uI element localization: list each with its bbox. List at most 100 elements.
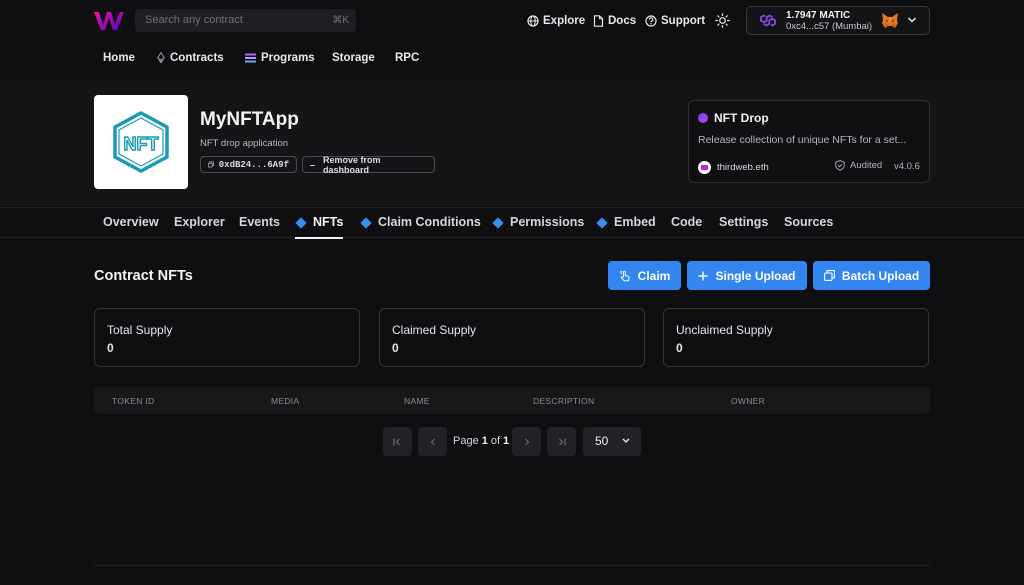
tab-explorer[interactable]: Explorer xyxy=(174,215,225,239)
stack-icon xyxy=(245,53,256,63)
wallet-button[interactable]: 1.7947 MATIC 0xc4...c57 (Mumbai) xyxy=(746,6,930,35)
nav-rpc-label: RPC xyxy=(395,52,420,64)
tab-nfts[interactable]: NFTs xyxy=(295,215,344,239)
claim-button[interactable]: Claim xyxy=(608,261,681,290)
of-word: of xyxy=(490,435,501,447)
nav-home-label: Home xyxy=(103,52,135,64)
plus-icon xyxy=(698,271,708,280)
search-input[interactable]: Search any contract ⌘K xyxy=(135,9,356,32)
column-owner[interactable]: OWNER xyxy=(731,396,765,406)
total-pages: 1 xyxy=(503,435,510,447)
page-word: Page xyxy=(453,435,479,447)
docs-link[interactable]: Docs xyxy=(593,13,636,29)
remove-label: Remove from dashboard xyxy=(323,154,381,175)
ethereum-icon xyxy=(157,52,165,64)
claim-label: Claim xyxy=(637,268,671,283)
thumbnail-label: NFT xyxy=(124,134,159,154)
tab-permissions-label: Permissions xyxy=(510,215,585,229)
current-page: 1 xyxy=(481,435,488,447)
chevron-left-icon xyxy=(430,438,435,445)
metamask-icon xyxy=(882,13,898,28)
chevron-double-left-icon xyxy=(393,438,400,445)
nav-home[interactable]: Home xyxy=(103,52,135,64)
template-logo-icon xyxy=(698,113,708,123)
diamond-icon xyxy=(492,217,504,229)
stat-value: 0 xyxy=(676,341,683,355)
tab-embed[interactable]: Embed xyxy=(596,215,656,239)
column-media[interactable]: MEDIA xyxy=(271,396,299,406)
support-link[interactable]: Support xyxy=(645,13,705,29)
stat-value: 0 xyxy=(392,341,399,355)
column-description[interactable]: DESCRIPTION xyxy=(533,396,594,406)
tab-code-label: Code xyxy=(671,215,703,229)
search-shortcut: ⌘K xyxy=(332,15,349,26)
stat-total-supply: Total Supply 0 xyxy=(94,308,360,367)
sun-icon[interactable] xyxy=(715,13,730,28)
page-size-select[interactable]: 50 xyxy=(583,427,641,456)
contract-header: NFT MyNFTApp NFT drop application 0xdB24… xyxy=(0,80,1024,206)
tab-sources[interactable]: Sources xyxy=(784,215,833,239)
nav-rpc[interactable]: RPC xyxy=(395,52,419,64)
batch-upload-button[interactable]: Batch Upload xyxy=(813,261,930,290)
nav-programs[interactable]: Programs xyxy=(245,52,315,64)
first-page-button[interactable] xyxy=(383,427,412,456)
document-icon xyxy=(593,15,604,27)
copy-icon xyxy=(208,161,214,168)
stat-label: Unclaimed Supply xyxy=(676,323,773,337)
contract-tabs: Overview Explorer Events NFTs Claim Cond… xyxy=(0,207,1024,239)
nav-programs-label: Programs xyxy=(261,52,315,64)
nav-storage[interactable]: Storage xyxy=(332,52,375,64)
page-indicator: Page 1 of 1 xyxy=(453,435,512,447)
nav-contracts[interactable]: Contracts xyxy=(157,52,224,64)
minus-icon: – xyxy=(310,159,316,170)
thirdweb-logo[interactable] xyxy=(94,11,124,31)
column-token-id[interactable]: TOKEN ID xyxy=(112,396,154,406)
wallet-balance: 1.7947 MATIC xyxy=(786,10,851,21)
tab-permissions[interactable]: Permissions xyxy=(492,215,584,239)
chevron-right-icon xyxy=(524,438,529,445)
single-upload-button[interactable]: Single Upload xyxy=(687,261,807,290)
tab-events-label: Events xyxy=(239,215,280,229)
diamond-icon xyxy=(596,217,608,229)
batch-upload-label: Batch Upload xyxy=(841,268,920,283)
chevron-double-right-icon xyxy=(559,438,566,445)
audited-badge[interactable]: Audited xyxy=(835,160,882,171)
column-name[interactable]: NAME xyxy=(404,396,430,406)
last-page-button[interactable] xyxy=(547,427,576,456)
previous-page-button[interactable] xyxy=(418,427,447,456)
tab-explorer-label: Explorer xyxy=(174,215,225,229)
template-title: NFT Drop xyxy=(698,111,769,125)
next-page-button[interactable] xyxy=(512,427,541,456)
docs-label: Docs xyxy=(608,15,637,27)
polygon-icon xyxy=(760,14,776,27)
template-author[interactable]: thirdweb.eth xyxy=(698,161,769,174)
main-nav: Home Contracts Programs Storage RPC xyxy=(0,46,1024,72)
remove-from-dashboard-button[interactable]: – Remove from dashboard xyxy=(302,154,435,175)
tab-claim-conditions[interactable]: Claim Conditions xyxy=(360,215,481,239)
globe-icon xyxy=(527,15,539,27)
stat-label: Total Supply xyxy=(107,323,173,337)
tab-overview-label: Overview xyxy=(103,215,159,229)
contract-thumbnail: NFT xyxy=(94,95,188,189)
copy-address-button[interactable]: 0xdB24...6A9f xyxy=(200,156,297,173)
tab-overview[interactable]: Overview xyxy=(103,215,159,239)
stat-label: Claimed Supply xyxy=(392,323,477,337)
search-placeholder: Search any contract xyxy=(145,14,243,26)
nft-hexagon-logo: NFT xyxy=(113,111,169,173)
tab-events[interactable]: Events xyxy=(239,215,280,239)
help-circle-icon xyxy=(645,15,657,27)
stat-claimed-supply: Claimed Supply 0 xyxy=(379,308,645,367)
chevron-down-icon xyxy=(907,17,917,23)
tab-embed-label: Embed xyxy=(614,215,656,229)
tab-settings[interactable]: Settings xyxy=(719,215,768,239)
tab-sources-label: Sources xyxy=(784,215,834,229)
copy-stack-icon xyxy=(823,270,835,281)
explore-link[interactable]: Explore xyxy=(527,13,585,29)
table-header: TOKEN ID MEDIA NAME DESCRIPTION OWNER xyxy=(94,387,930,414)
template-description: Release collection of unique NFTs for a … xyxy=(698,134,907,146)
audited-label: Audited xyxy=(850,160,883,171)
tab-code[interactable]: Code xyxy=(671,215,702,239)
template-card[interactable]: NFT Drop Release collection of unique NF… xyxy=(688,100,930,183)
template-title-text: NFT Drop xyxy=(714,111,769,125)
page-size-value: 50 xyxy=(595,434,609,448)
